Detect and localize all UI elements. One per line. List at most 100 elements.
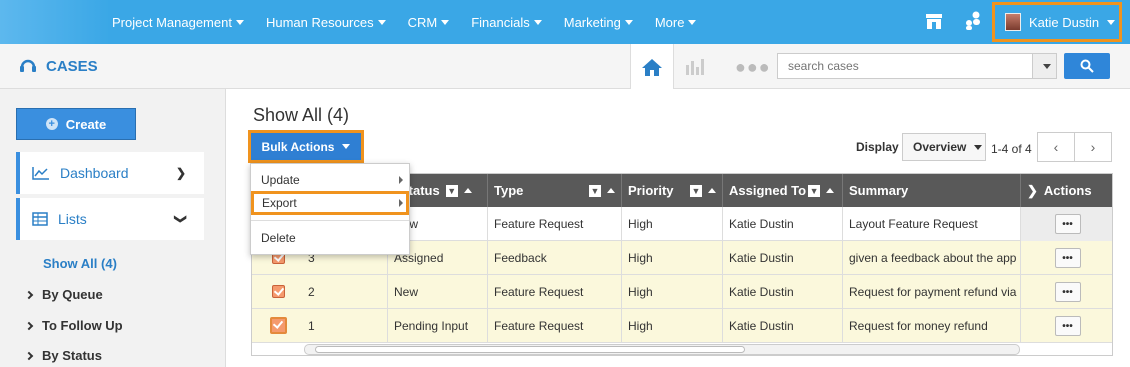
store-icon[interactable]: [925, 12, 943, 30]
people-icon[interactable]: [964, 11, 982, 31]
caret-down-icon: [533, 19, 542, 25]
header-summary[interactable]: Summary: [843, 174, 1021, 207]
header-type[interactable]: Type ▼: [488, 174, 622, 207]
top-navigation-bar: Project Management Human Resources CRM F…: [0, 0, 1130, 44]
sidebar-item-label: Lists: [58, 211, 87, 227]
search-input[interactable]: [778, 54, 1032, 78]
menu-item-delete[interactable]: Delete: [251, 226, 409, 250]
submenu-arrow-icon: [399, 176, 403, 184]
table-icon: [32, 212, 48, 226]
line-chart-icon: [32, 167, 49, 180]
header-assigned-to[interactable]: Assigned To ▼: [723, 174, 843, 207]
sidebar-item-show-all[interactable]: Show All (4): [43, 256, 117, 271]
cell-assigned-to: Katie Dustin: [723, 275, 843, 309]
header-actions: ❯ Actions: [1021, 174, 1112, 207]
filter-icon[interactable]: ▼: [690, 184, 702, 197]
actions-cell: •••: [1021, 207, 1112, 241]
row-actions-button[interactable]: •••: [1054, 248, 1081, 268]
caret-down-icon: [974, 144, 983, 150]
menu-item-export[interactable]: Export: [251, 191, 409, 215]
headset-icon: [20, 59, 36, 72]
nav-project-management[interactable]: Project Management: [112, 15, 244, 30]
table-row[interactable]: 1 Pending Input Feature Request High Kat…: [252, 309, 1112, 343]
cell-assigned-to: Katie Dustin: [723, 309, 843, 343]
cell-type: Feature Request: [488, 275, 622, 309]
sidebar-item-lists[interactable]: Lists ❯: [16, 198, 204, 240]
row-actions-button[interactable]: •••: [1054, 282, 1081, 302]
nav-label: Human Resources: [265, 14, 374, 30]
prev-page-button[interactable]: ‹: [1038, 133, 1075, 161]
sidebar-item-by-status[interactable]: By Status: [24, 348, 102, 363]
display-value: Overview: [913, 140, 967, 154]
row-actions-button[interactable]: •••: [1054, 316, 1081, 336]
sidebar-item-dashboard[interactable]: Dashboard ❯: [16, 152, 204, 194]
home-icon: [642, 58, 662, 76]
sidebar-item-by-queue[interactable]: By Queue: [24, 287, 103, 302]
home-view-tab[interactable]: [630, 44, 674, 89]
main-nav: Project Management Human Resources CRM F…: [112, 0, 718, 44]
chevron-right-icon[interactable]: ❯: [1027, 183, 1038, 199]
next-page-button[interactable]: ›: [1075, 133, 1111, 161]
search-button[interactable]: [1064, 53, 1110, 79]
cell-assigned-to: Katie Dustin: [723, 207, 843, 241]
header-label: Priority: [628, 183, 674, 198]
row-checkbox[interactable]: [272, 285, 285, 298]
header-priority[interactable]: Priority ▼: [622, 174, 723, 207]
chevron-right-icon: [24, 321, 34, 330]
sidebar-item-label: By Queue: [42, 287, 103, 302]
nav-label: More: [654, 14, 685, 30]
filter-icon[interactable]: ▼: [808, 184, 821, 197]
cell-priority: High: [622, 207, 723, 241]
module-header: CASES ●●●: [0, 44, 1130, 89]
header-label: Actions: [1043, 183, 1092, 198]
nav-more[interactable]: More: [655, 15, 697, 30]
nav-marketing[interactable]: Marketing: [564, 15, 633, 30]
horizontal-scrollbar[interactable]: [304, 344, 1020, 355]
menu-item-label: Update: [261, 173, 300, 187]
pager-text: 1-4 of 4: [991, 142, 1032, 156]
more-views-icon[interactable]: ●●●: [735, 57, 771, 78]
cell-assigned-to: Katie Dustin: [723, 241, 843, 275]
sidebar-item-to-follow-up[interactable]: To Follow Up: [24, 318, 123, 333]
nav-label: Project Management: [112, 14, 232, 30]
chevron-right-icon: [24, 290, 34, 299]
caret-down-icon: [1107, 19, 1116, 25]
header-label: Summary: [849, 183, 909, 198]
menu-item-update[interactable]: Update: [251, 168, 409, 192]
search-options-dropdown[interactable]: [1032, 54, 1056, 78]
nav-crm[interactable]: CRM: [408, 15, 450, 30]
nav-human-resources[interactable]: Human Resources: [266, 15, 386, 30]
caret-down-icon: [377, 19, 386, 25]
chevron-right-icon: ❯: [175, 166, 186, 180]
sidebar: + Create Dashboard ❯ Lists ❯ Show All (4…: [0, 89, 226, 367]
sort-up-icon[interactable]: [826, 188, 835, 193]
menu-item-label: Export: [262, 196, 297, 210]
nav-label: CRM: [407, 14, 438, 30]
cell-priority: High: [622, 241, 723, 275]
actions-cell: •••: [1021, 241, 1112, 275]
submenu-arrow-icon: [399, 199, 403, 207]
bulk-actions-highlight: Bulk Actions: [248, 130, 364, 163]
bulk-actions-button[interactable]: Bulk Actions: [251, 133, 361, 160]
actions-cell: •••: [1021, 275, 1112, 309]
row-actions-button[interactable]: •••: [1054, 214, 1081, 234]
create-label: Create: [65, 116, 107, 132]
filter-icon[interactable]: ▼: [589, 184, 601, 197]
filter-icon[interactable]: ▼: [445, 184, 458, 197]
create-button[interactable]: + Create: [16, 108, 136, 140]
module-title-text: CASES: [46, 57, 98, 75]
sort-up-icon[interactable]: [607, 188, 615, 193]
sort-up-icon[interactable]: [463, 188, 472, 193]
display-select[interactable]: Overview: [902, 133, 986, 161]
nav-financials[interactable]: Financials: [471, 15, 542, 30]
row-checkbox[interactable]: [270, 317, 287, 334]
menu-divider: [251, 220, 409, 221]
user-name: Katie Dustin: [1029, 14, 1100, 30]
actions-cell: •••: [1021, 309, 1112, 343]
user-menu[interactable]: Katie Dustin: [992, 2, 1122, 42]
caret-down-icon: [342, 144, 351, 149]
sort-up-icon[interactable]: [708, 188, 716, 193]
bar-chart-icon[interactable]: [684, 57, 706, 75]
table-row[interactable]: 2 New Feature Request High Katie Dustin …: [252, 275, 1112, 309]
scrollbar-thumb[interactable]: [315, 346, 745, 353]
